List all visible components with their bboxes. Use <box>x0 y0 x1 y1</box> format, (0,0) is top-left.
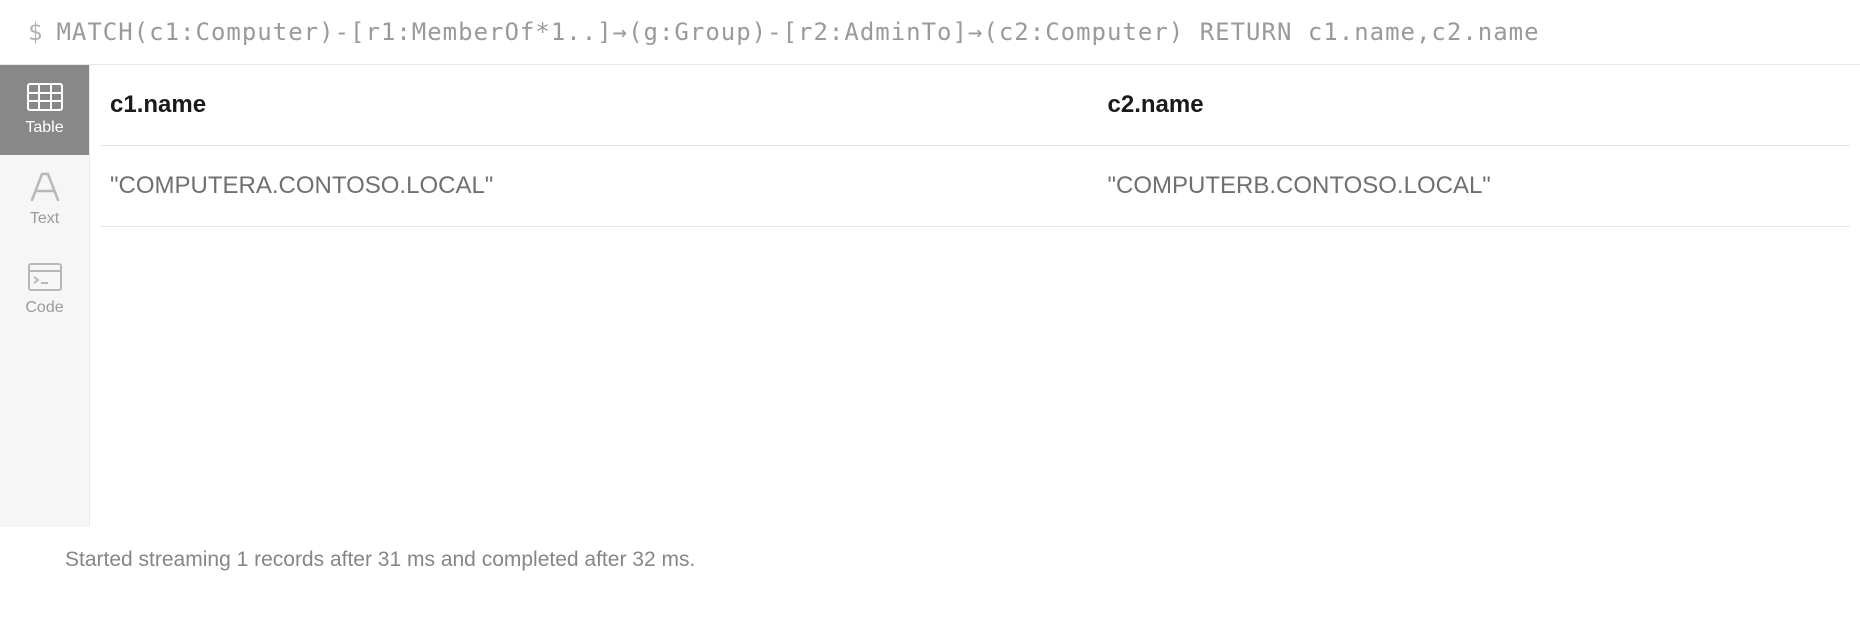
main-area: Table Text Code <box>0 65 1860 527</box>
column-header: c2.name <box>1098 65 1851 146</box>
results-table: c1.name c2.name "COMPUTERA.CONTOSO.LOCAL… <box>100 65 1850 227</box>
tab-code[interactable]: Code <box>0 245 89 335</box>
query-prompt: $ <box>28 18 42 46</box>
results-content: c1.name c2.name "COMPUTERA.CONTOSO.LOCAL… <box>90 65 1860 527</box>
text-icon <box>28 172 62 202</box>
code-icon <box>28 263 62 291</box>
query-bar[interactable]: $ MATCH(c1:Computer)-[r1:MemberOf*1..]→(… <box>0 0 1860 65</box>
tab-label: Table <box>25 119 63 137</box>
query-text: MATCH(c1:Computer)-[r1:MemberOf*1..]→(g:… <box>56 18 1539 46</box>
table-icon <box>27 83 63 111</box>
tab-label: Code <box>25 299 63 317</box>
table-header-row: c1.name c2.name <box>100 65 1850 146</box>
status-footer: Started streaming 1 records after 31 ms … <box>0 527 1860 592</box>
status-text: Started streaming 1 records after 31 ms … <box>65 548 695 571</box>
table-cell: "COMPUTERB.CONTOSO.LOCAL" <box>1098 146 1851 227</box>
table-row: "COMPUTERA.CONTOSO.LOCAL" "COMPUTERB.CON… <box>100 146 1850 227</box>
tab-table[interactable]: Table <box>0 65 89 155</box>
table-cell: "COMPUTERA.CONTOSO.LOCAL" <box>100 146 1098 227</box>
view-sidebar: Table Text Code <box>0 65 90 527</box>
tab-text[interactable]: Text <box>0 155 89 245</box>
tab-label: Text <box>30 210 59 228</box>
column-header: c1.name <box>100 65 1098 146</box>
